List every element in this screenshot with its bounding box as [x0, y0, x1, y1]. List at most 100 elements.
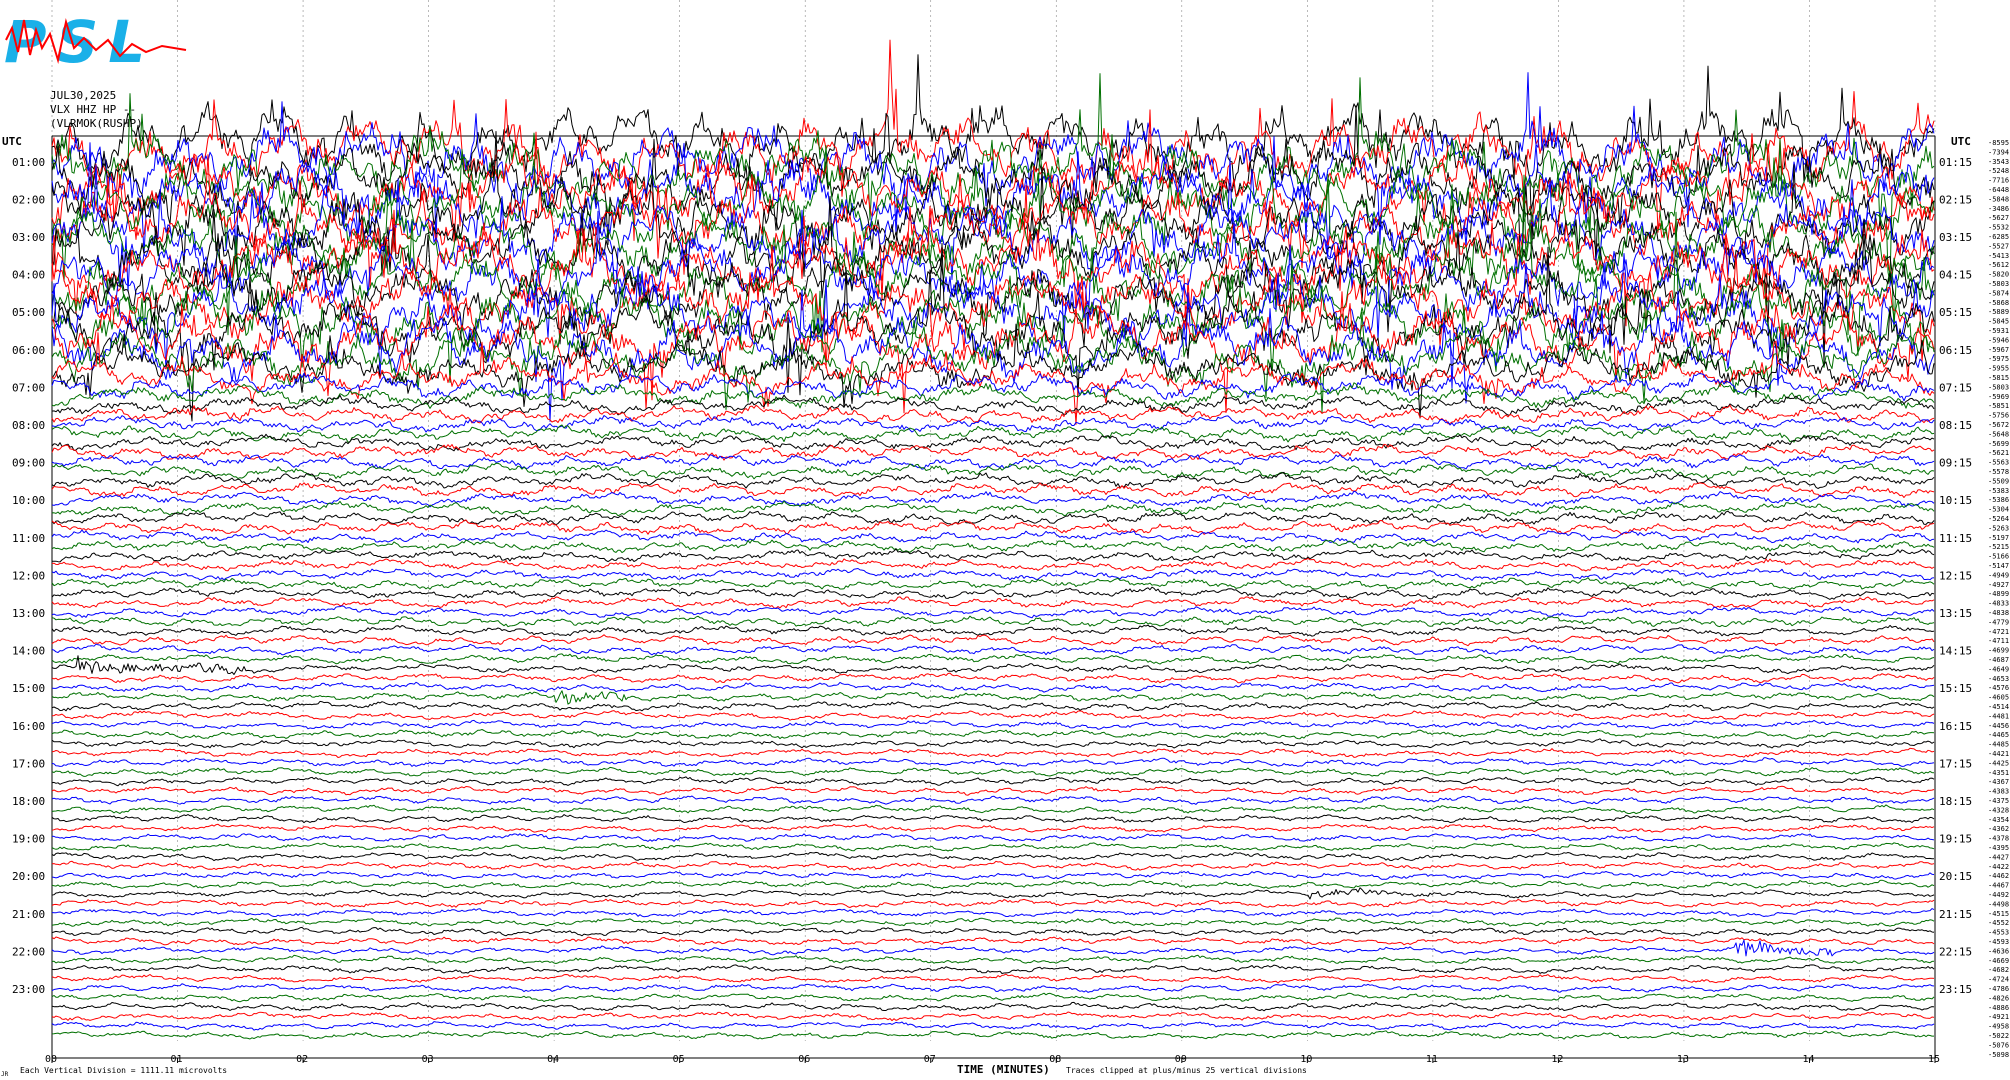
row-offset-label: -5532	[1988, 224, 2009, 232]
row-offset-label: -4724	[1988, 976, 2009, 984]
row-offset-label: -4465	[1988, 731, 2009, 739]
row-offset-label: -4375	[1988, 797, 2009, 805]
row-offset-label: -4421	[1988, 750, 2009, 758]
trace-row-46	[51, 568, 1935, 581]
right-hour-label: 01:15	[1939, 156, 1972, 169]
right-hour-label: 07:15	[1939, 381, 1972, 394]
row-offset-label: -4653	[1988, 675, 2009, 683]
row-offset-label: -5578	[1988, 468, 2009, 476]
left-hour-label: 14:00	[12, 645, 45, 658]
right-hour-label: 16:15	[1939, 720, 1972, 733]
left-hour-label: 19:00	[12, 833, 45, 846]
left-hour-label: 20:00	[12, 870, 45, 883]
row-offset-label: -5621	[1988, 449, 2009, 457]
trace-row-60	[51, 700, 1935, 712]
left-hour-label: 03:00	[12, 231, 45, 244]
left-hour-label: 07:00	[12, 381, 45, 394]
trace-row-72	[51, 814, 1935, 824]
logo: PSL	[4, 8, 187, 76]
right-hour-label: 23:15	[1939, 983, 1972, 996]
row-offset-label: -7716	[1988, 177, 2009, 185]
right-hour-label: 13:15	[1939, 607, 1972, 620]
row-offset-label: -4427	[1988, 853, 2009, 861]
right-hour-label: 14:15	[1939, 645, 1972, 658]
row-offset-label: -4649	[1988, 665, 2009, 673]
trace-row-58	[51, 681, 1935, 693]
right-hour-label: 18:15	[1939, 795, 1972, 808]
row-offset-label: -4576	[1988, 684, 2009, 692]
trace-row-59	[51, 690, 1935, 705]
trace-row-75	[51, 842, 1935, 852]
left-hour-label: 22:00	[12, 945, 45, 958]
row-offset-label: -3543	[1988, 158, 2009, 166]
row-offset-label: -5931	[1988, 327, 2009, 335]
row-offset-label: -5803	[1988, 383, 2009, 391]
left-hour-label: 17:00	[12, 757, 45, 770]
trace-row-61	[51, 710, 1935, 721]
row-offset-label: -4779	[1988, 618, 2009, 626]
row-offset-label: -4682	[1988, 966, 2009, 974]
row-offset-label: -5248	[1988, 167, 2009, 175]
row-offset-label: -5756	[1988, 412, 2009, 420]
right-hour-label: 05:15	[1939, 306, 1972, 319]
right-hour-label: 08:15	[1939, 419, 1972, 432]
x-tick-label: 13	[1677, 1054, 1689, 1065]
row-offset-label: -4669	[1988, 957, 2009, 965]
trace-row-71	[51, 804, 1935, 815]
trace-row-36	[51, 471, 1935, 489]
trace-row-64	[51, 738, 1935, 749]
row-offset-label: -5413	[1988, 252, 2009, 260]
x-tick-label: 15	[1928, 1054, 1940, 1065]
trace-row-70	[51, 795, 1935, 805]
trace-row-79	[51, 879, 1935, 890]
row-offset-label: -4362	[1988, 825, 2009, 833]
row-offset-label: -5166	[1988, 553, 2009, 561]
trace-row-87	[51, 954, 1935, 965]
trace-row-31	[51, 424, 1935, 443]
row-offset-label: -5967	[1988, 346, 2009, 354]
row-offset-label: -5383	[1988, 487, 2009, 495]
row-offset-label: -4833	[1988, 600, 2009, 608]
left-hour-label: 12:00	[12, 569, 45, 582]
row-offset-label: -5955	[1988, 365, 2009, 373]
row-offset-label: -6448	[1988, 186, 2009, 194]
left-hour-label: 01:00	[12, 156, 45, 169]
row-offset-label: -5845	[1988, 318, 2009, 326]
trace-row-56	[51, 655, 1935, 675]
trace-row-25	[51, 332, 1935, 425]
x-tick-label: 14	[1802, 1054, 1814, 1065]
row-offset-label: -4711	[1988, 637, 2009, 645]
row-offset-label: -5975	[1988, 355, 2009, 363]
row-offset-label: -4351	[1988, 769, 2009, 777]
row-offset-label: -4899	[1988, 590, 2009, 598]
row-offset-label: -4927	[1988, 581, 2009, 589]
row-offset-label: -5022	[1988, 1032, 2009, 1040]
x-tick-label: 11	[1426, 1054, 1438, 1065]
trace-row-27	[51, 382, 1935, 409]
row-offset-label: -4699	[1988, 647, 2009, 655]
trace-row-48	[51, 586, 1935, 600]
row-offset-label: -4425	[1988, 759, 2009, 767]
row-offset-label: -5215	[1988, 543, 2009, 551]
row-offset-label: -4422	[1988, 863, 2009, 871]
row-offset-label: -5147	[1988, 562, 2009, 570]
trace-row-73	[51, 823, 1935, 833]
right-hour-label: 21:15	[1939, 908, 1972, 921]
row-offset-label: -4721	[1988, 628, 2009, 636]
right-hour-label: 03:15	[1939, 231, 1972, 244]
trace-row-93	[51, 1011, 1935, 1022]
trace-row-91	[51, 992, 1935, 1003]
row-offset-label: -4636	[1988, 947, 2009, 955]
row-offset-label: -4514	[1988, 703, 2009, 711]
trace-row-62	[51, 719, 1935, 731]
row-offset-label: -5672	[1988, 421, 2009, 429]
left-hour-label: 02:00	[12, 193, 45, 206]
trace-row-67	[51, 766, 1935, 777]
row-offset-label: -4481	[1988, 712, 2009, 720]
date-label: JUL30,2025	[50, 89, 116, 102]
x-tick-label: 08	[1049, 1054, 1061, 1065]
row-offset-label: -5076	[1988, 1041, 2009, 1049]
row-offset-label: -4826	[1988, 994, 2009, 1002]
trace-row-84	[51, 926, 1935, 937]
left-hour-label: 09:00	[12, 457, 45, 470]
